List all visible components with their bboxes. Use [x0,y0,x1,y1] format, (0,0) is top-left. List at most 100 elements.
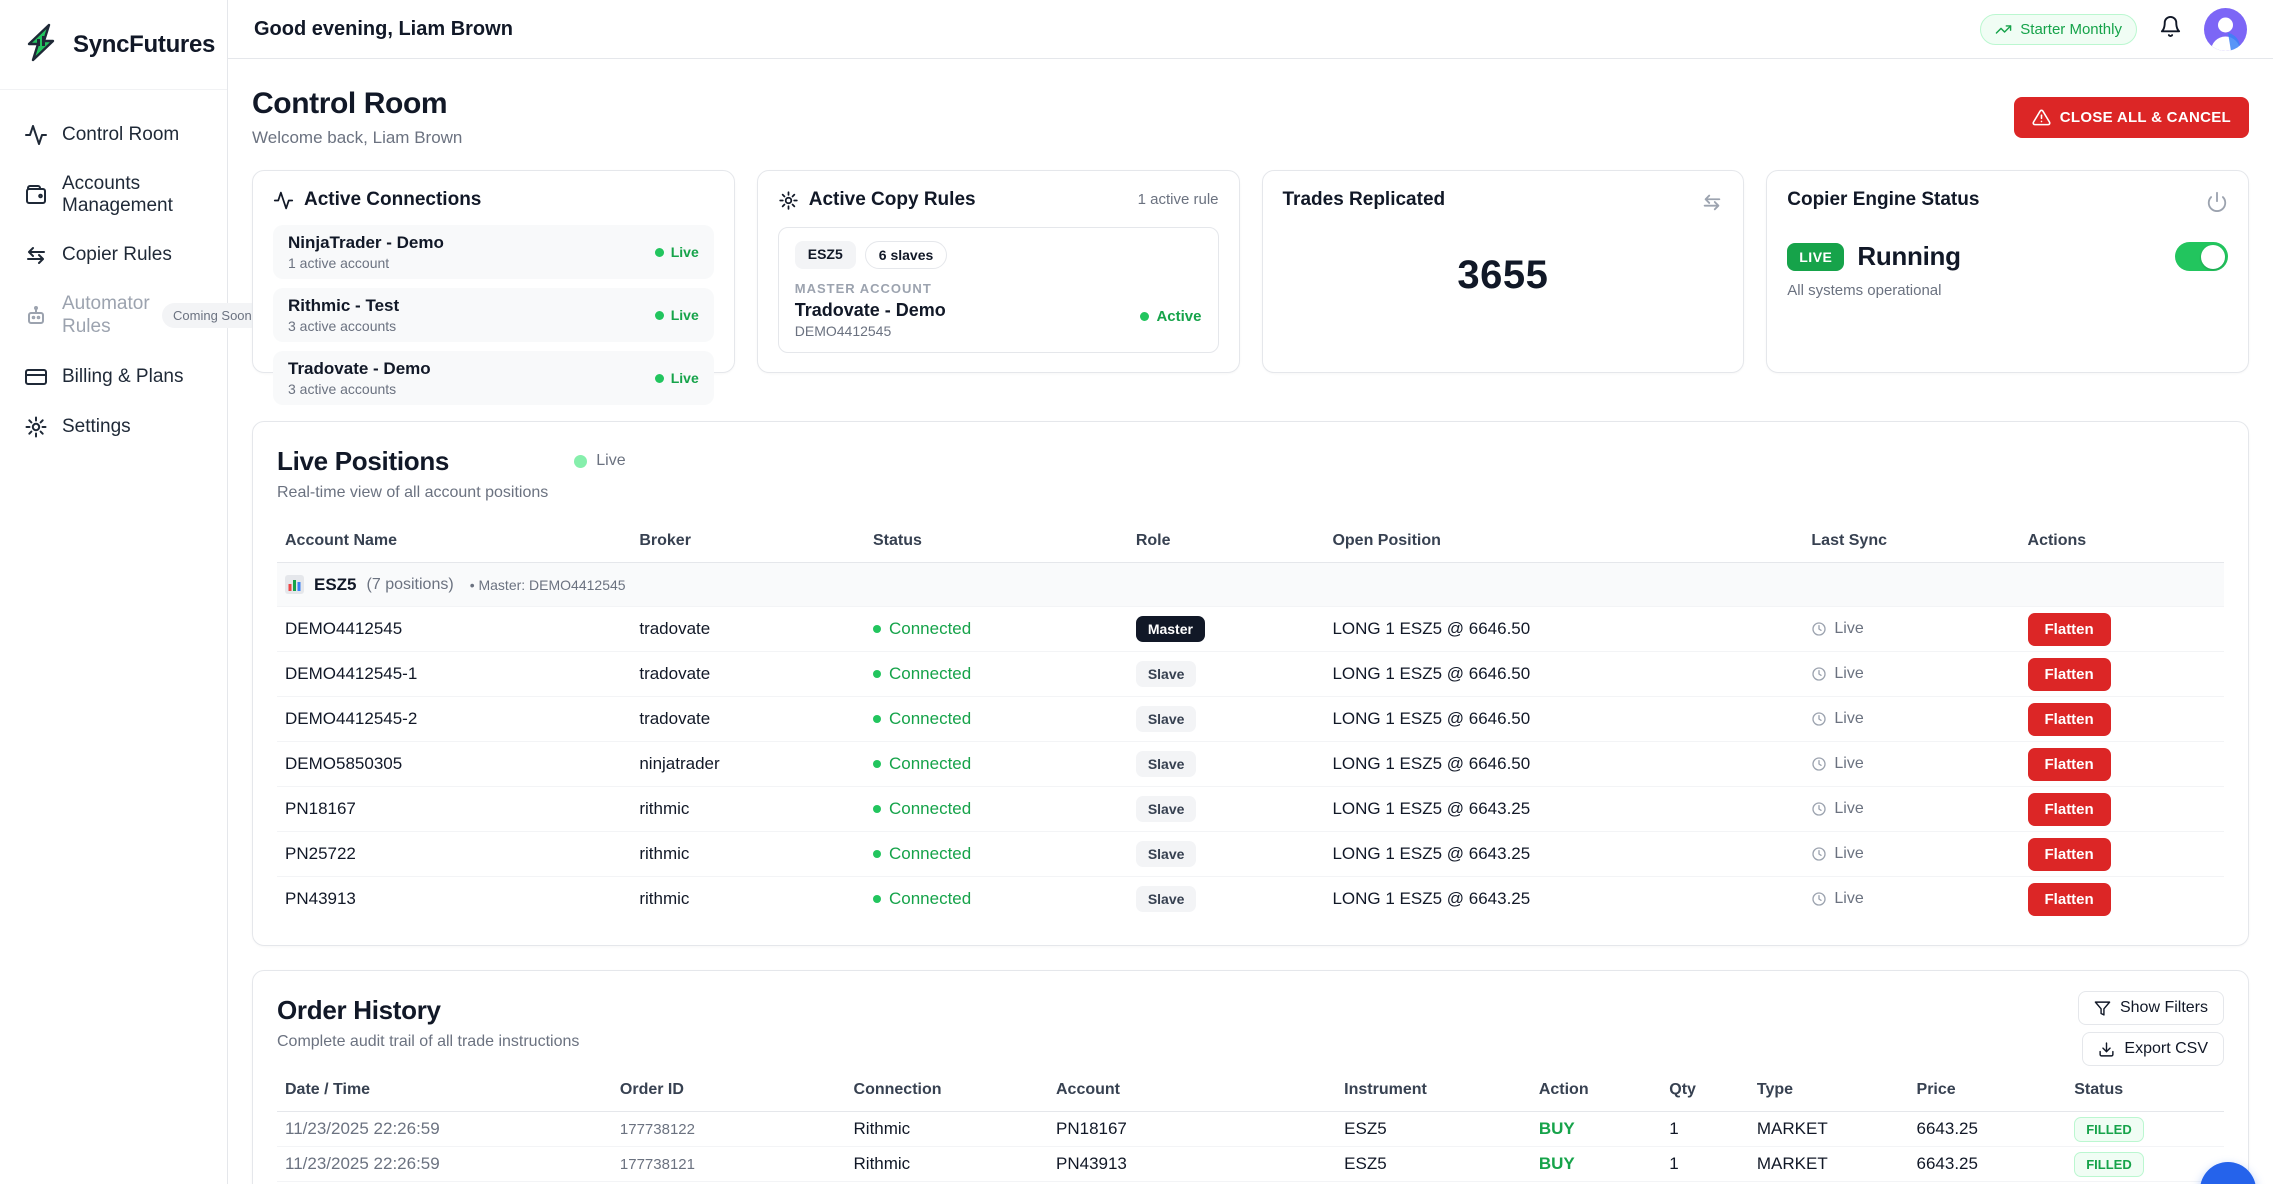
card-title: Trades Replicated [1283,189,1446,211]
status-cell: Connected [865,787,1128,832]
role-cell: Slave [1128,652,1325,697]
clock-icon [1811,801,1827,817]
clock-icon [1811,756,1827,772]
connection-subtext: 3 active accounts [288,381,431,397]
gear-icon [778,190,799,211]
flatten-button[interactable]: Flatten [2028,748,2111,781]
open-position-cell: LONG 1 ESZ5 @ 6646.50 [1324,607,1803,652]
connection-subtext: 1 active account [288,255,444,271]
orders-table: Date / TimeOrder IDConnectionAccountInst… [277,1071,2224,1184]
order-history-subtitle: Complete audit trail of all trade instru… [277,1033,2224,1051]
role-badge: Slave [1136,706,1197,732]
sidebar-item-label: Copier Rules [62,244,172,266]
broker-cell: tradovate [631,607,865,652]
syncfutures-logo-icon [20,22,61,68]
order-id-cell: 177738121 [612,1147,846,1182]
app-root: SyncFutures Control Room Accounts Manage… [0,0,2273,1184]
broker-cell: ninjatrader [631,742,865,787]
status-dot [655,311,664,320]
plan-badge-label: Starter Monthly [2020,21,2122,38]
column-header: Instrument [1336,1071,1531,1112]
role-cell: Slave [1128,787,1325,832]
sidebar-item-accounts-management[interactable]: Accounts Management [12,162,215,228]
close-all-cancel-button[interactable]: CLOSE ALL & CANCEL [2014,97,2249,138]
copier-engine-status-card: Copier Engine Status LIVE Running All sy… [1766,170,2249,373]
last-sync-cell: Live [1803,787,2019,832]
sidebar-item-automator-rules: Automator Rules Coming Soon [12,282,215,350]
account-name-cell: DEMO4412545-2 [277,697,631,742]
sidebar-item-label: Automator Rules [62,293,146,339]
actions-cell: Flatten [2020,742,2224,787]
order-datetime-cell: 11/23/2025 22:26:59 [277,1112,612,1147]
flatten-button[interactable]: Flatten [2028,793,2111,826]
column-header: Action [1531,1071,1661,1112]
trending-up-icon [1995,21,2012,38]
engine-toggle[interactable] [2175,242,2228,271]
position-group-row: ESZ5(7 positions)• Master: DEMO4412545 [277,563,2224,607]
toggle-knob [2201,245,2225,269]
column-header: Broker [631,522,865,563]
column-header: Type [1749,1071,1909,1112]
user-avatar[interactable] [2204,8,2247,51]
open-position-cell: LONG 1 ESZ5 @ 6646.50 [1324,742,1803,787]
topbar: Good evening, Liam Brown Starter Monthly [228,0,2273,59]
column-header: Role [1128,522,1325,563]
sidebar-item-label: Accounts Management [62,173,203,217]
order-qty-cell: 1 [1661,1147,1749,1182]
notifications-bell-icon[interactable] [2159,15,2182,43]
filled-badge: FILLED [2074,1117,2144,1142]
connection-item[interactable]: Tradovate - Demo 3 active accounts Live [273,351,714,405]
order-datetime-cell: 11/23/2025 22:26:59 [277,1147,612,1182]
open-position-cell: LONG 1 ESZ5 @ 6646.50 [1324,697,1803,742]
actions-cell: Flatten [2020,652,2224,697]
live-indicator: Live [574,452,625,470]
export-csv-button[interactable]: Export CSV [2082,1032,2224,1066]
broker-cell: tradovate [631,697,865,742]
broker-cell: rithmic [631,877,865,922]
active-connections-card: Active Connections NinjaTrader - Demo 1 … [252,170,735,373]
flatten-button[interactable]: Flatten [2028,703,2111,736]
actions-cell: Flatten [2020,697,2224,742]
sidebar-item-control-room[interactable]: Control Room [12,112,215,158]
column-header: Status [2066,1071,2224,1112]
order-id-cell: 177738122 [612,1112,846,1147]
order-row: 11/23/2025 22:26:59 177738122 Rithmic PN… [277,1112,2224,1147]
slaves-badge: 6 slaves [865,241,948,269]
connection-name: Tradovate - Demo [288,359,431,379]
order-instrument-cell: ESZ5 [1336,1112,1531,1147]
page-subtitle: Welcome back, Liam Brown [252,128,2249,148]
connection-item[interactable]: Rithmic - Test 3 active accounts Live [273,288,714,342]
clock-icon [1811,846,1827,862]
connection-item[interactable]: NinjaTrader - Demo 1 active account Live [273,225,714,279]
account-name-cell: DEMO4412545 [277,607,631,652]
swap-arrows-icon [1701,191,1723,213]
flatten-button[interactable]: Flatten [2028,613,2111,646]
role-cell: Master [1128,607,1325,652]
brand[interactable]: SyncFutures [0,0,227,90]
order-price-cell: 6643.25 [1909,1147,2067,1182]
column-header: Price [1909,1071,2067,1112]
order-account-cell: PN18167 [1048,1112,1336,1147]
open-position-cell: LONG 1 ESZ5 @ 6643.25 [1324,832,1803,877]
sidebar: SyncFutures Control Room Accounts Manage… [0,0,228,1184]
last-sync-cell: Live [1803,607,2019,652]
sidebar-item-copier-rules[interactable]: Copier Rules [12,232,215,278]
sidebar-item-billing-plans[interactable]: Billing & Plans [12,354,215,400]
copy-rule-item[interactable]: ESZ5 6 slaves MASTER ACCOUNT Tradovate -… [778,227,1219,353]
clock-icon [1811,621,1827,637]
sidebar-item-settings[interactable]: Settings [12,404,215,450]
robot-icon [24,304,48,328]
open-position-cell: LONG 1 ESZ5 @ 6643.25 [1324,787,1803,832]
flatten-button[interactable]: Flatten [2028,883,2111,916]
status-cell: Connected [865,832,1128,877]
show-filters-button[interactable]: Show Filters [2078,991,2224,1025]
master-account-id: DEMO4412545 [795,323,948,339]
stat-cards-row: Active Connections NinjaTrader - Demo 1 … [252,170,2249,373]
engine-status-subtext: All systems operational [1787,282,2228,299]
flatten-button[interactable]: Flatten [2028,658,2111,691]
account-name-cell: PN43913 [277,877,631,922]
connection-status: Live [655,307,699,323]
status-dot [873,625,881,633]
power-icon[interactable] [2206,191,2228,213]
flatten-button[interactable]: Flatten [2028,838,2111,871]
